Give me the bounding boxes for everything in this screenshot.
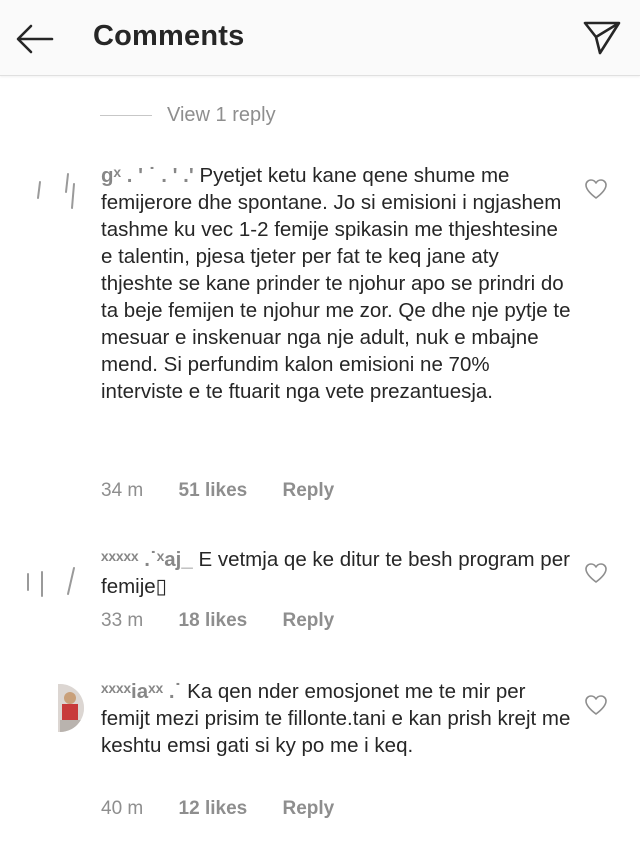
- heart-icon: [585, 563, 607, 583]
- avatar-icon: [37, 173, 75, 209]
- direct-share-icon: [583, 21, 621, 55]
- reply-button[interactable]: Reply: [282, 480, 334, 502]
- view-replies-label: View 1 reply: [167, 104, 276, 126]
- top-bar: Comments: [0, 0, 640, 76]
- reply-button[interactable]: Reply: [282, 798, 334, 820]
- like-button[interactable]: [584, 694, 608, 716]
- avatar[interactable]: [22, 560, 82, 610]
- comment-time: 34 m: [101, 480, 144, 501]
- reply-button[interactable]: Reply: [282, 610, 334, 632]
- comment-text: Pyetjet ketu kane qene shume me femijero…: [101, 164, 571, 403]
- comment-item: gˣ . ' ˙ . ' .' Pyetjet ketu kane qene s…: [0, 160, 640, 510]
- divider-line: [100, 115, 152, 116]
- comment-username[interactable]: ˣˣˣˣˣ .˙ˣaj_: [101, 548, 193, 571]
- comment-body: ˣˣˣˣˣ .˙ˣaj_ E vetmja qe ke ditur te bes…: [101, 546, 571, 600]
- heart-icon: [585, 695, 607, 715]
- avatar[interactable]: [30, 168, 80, 228]
- comment-body: gˣ . ' ˙ . ' .' Pyetjet ketu kane qene s…: [101, 162, 571, 405]
- comment-meta: 40 m 12 likes Reply: [101, 798, 364, 820]
- avatar-icon: [27, 567, 75, 597]
- share-button[interactable]: [580, 16, 624, 60]
- comment-item: ˣˣˣˣˣ .˙ˣaj_ E vetmja qe ke ditur te bes…: [0, 544, 640, 644]
- comment-likes[interactable]: 18 likes: [179, 610, 248, 632]
- comment-meta: 33 m 18 likes Reply: [101, 610, 364, 632]
- back-button[interactable]: [14, 18, 56, 60]
- page-title: Comments: [93, 20, 245, 52]
- avatar[interactable]: [58, 684, 84, 732]
- comment-likes[interactable]: 51 likes: [179, 480, 248, 502]
- like-button[interactable]: [584, 178, 608, 200]
- heart-icon: [585, 179, 607, 199]
- comment-meta: 34 m 51 likes Reply: [101, 480, 364, 502]
- comment-time: 33 m: [101, 610, 144, 631]
- comment-likes[interactable]: 12 likes: [179, 798, 248, 820]
- comment-username[interactable]: gˣ . ' ˙ . ' .': [101, 164, 194, 187]
- like-button[interactable]: [584, 562, 608, 584]
- comment-body: ˣˣˣˣiaˣˣ .˙ Ka qen nder emosjonet me te …: [101, 678, 571, 759]
- back-arrow-icon: [16, 24, 54, 54]
- avatar-photo-icon: [58, 684, 84, 732]
- comment-item: ˣˣˣˣiaˣˣ .˙ Ka qen nder emosjonet me te …: [0, 676, 640, 826]
- comment-time: 40 m: [101, 798, 144, 819]
- comment-username[interactable]: ˣˣˣˣiaˣˣ .˙: [101, 680, 181, 703]
